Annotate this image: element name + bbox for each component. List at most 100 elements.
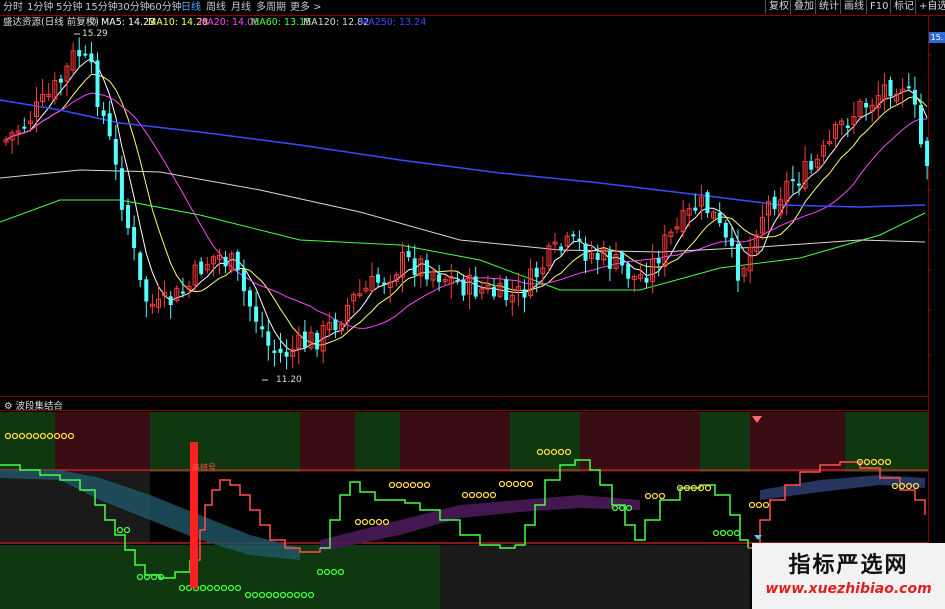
candle-body (736, 243, 740, 281)
indicator-zone (700, 412, 750, 472)
yellow-dot (644, 492, 652, 500)
yellow-dot (651, 492, 659, 500)
yellow-dot (482, 491, 490, 499)
candle-body (595, 253, 600, 260)
indicator-zone (0, 412, 55, 472)
candle-body (620, 252, 625, 266)
ma-lines (0, 57, 928, 353)
candle-body (912, 89, 917, 105)
candle-body (626, 263, 631, 279)
candle-body (254, 306, 259, 322)
indicator-title[interactable]: ⚙ 波段集结合 (4, 398, 63, 412)
candle-body (284, 351, 289, 357)
candle-body (729, 238, 734, 246)
candle-body (248, 290, 252, 307)
indicator-zone (440, 545, 750, 609)
kline-chart[interactable] (0, 0, 945, 609)
yellow-dot (423, 481, 431, 489)
indicator-title-text: 波段集结合 (15, 401, 64, 412)
candle-body (522, 289, 527, 298)
candle-body (845, 125, 850, 129)
yellow-dot (409, 481, 417, 489)
candle-body (89, 53, 94, 63)
yellow-dot (402, 481, 410, 489)
candle-body (723, 222, 728, 238)
green-dot (726, 529, 734, 537)
watermark-url: www.xuezhibiao.com (765, 581, 932, 597)
yellow-dot (375, 518, 383, 526)
candle-body (577, 238, 582, 242)
indicator-zone (400, 412, 510, 472)
candle-body (260, 326, 265, 330)
candle-body (644, 277, 649, 283)
indicator-zone (750, 412, 845, 472)
candle-body (437, 274, 442, 283)
ma20-line (5, 92, 928, 329)
yellow-dot (704, 484, 712, 492)
candle-body (168, 296, 173, 306)
yellow-dot (368, 518, 376, 526)
candle-body (199, 261, 204, 274)
indicator-zone (510, 412, 580, 472)
yellow-dot (354, 518, 362, 526)
yellow-dot (512, 480, 520, 488)
yellow-dot (755, 501, 763, 509)
watermark-title: 指标严选网 (788, 553, 909, 578)
candle-body (376, 274, 381, 283)
red-step-line-2 (748, 461, 926, 549)
candle-body (492, 286, 496, 297)
candle-body (864, 102, 869, 108)
yellow-dot (395, 481, 403, 489)
low-price-label: 11.20 (276, 375, 302, 385)
indicator-zone (55, 412, 150, 472)
candle-body (83, 53, 88, 56)
yellow-dot (388, 481, 396, 489)
candle-body (101, 110, 106, 116)
yellow-dot (461, 491, 469, 499)
candle-body (534, 267, 539, 278)
candle-body (266, 331, 271, 346)
candle-body (278, 348, 283, 353)
candle-body (138, 252, 143, 280)
candle-body (406, 251, 411, 258)
candle-body (559, 246, 564, 250)
yellow-dot (658, 492, 666, 500)
candle-body (77, 50, 82, 57)
candle-body (925, 140, 930, 167)
candle-body (424, 260, 429, 280)
candle-body (717, 212, 722, 224)
candle-body (382, 282, 387, 285)
candle-body (705, 192, 710, 214)
ma120-line (0, 169, 926, 253)
candle-body (119, 168, 124, 210)
candle-body (919, 104, 923, 145)
candle-body (272, 350, 277, 354)
candle-body (144, 279, 149, 302)
watermark: 指标严选网 www.xuezhibiao.com (752, 543, 945, 609)
indicator-zone (300, 545, 440, 609)
yellow-dot (505, 480, 513, 488)
candle-body (126, 205, 130, 229)
candle-body (302, 331, 307, 348)
candle-body (693, 207, 698, 211)
candle-body (113, 138, 118, 165)
candle-body (132, 227, 137, 249)
indicator-zone (150, 412, 300, 472)
candle-body (888, 79, 893, 97)
yellow-dot (416, 481, 424, 489)
candle-body (906, 86, 911, 89)
candle-body (223, 256, 228, 267)
green-dot (733, 529, 741, 537)
candle-body (504, 279, 509, 301)
high-price-label: 15.29 (82, 29, 108, 39)
candle-body (607, 250, 612, 269)
candle-body (809, 160, 814, 170)
candle-body (107, 113, 112, 137)
candle-body (412, 258, 417, 275)
green-dot (712, 529, 720, 537)
yellow-dot (748, 501, 756, 509)
candle-body (571, 234, 576, 237)
candle-body (473, 276, 478, 297)
indicator-settings-icon[interactable]: ⚙ (4, 401, 16, 412)
candle-body (315, 332, 320, 350)
